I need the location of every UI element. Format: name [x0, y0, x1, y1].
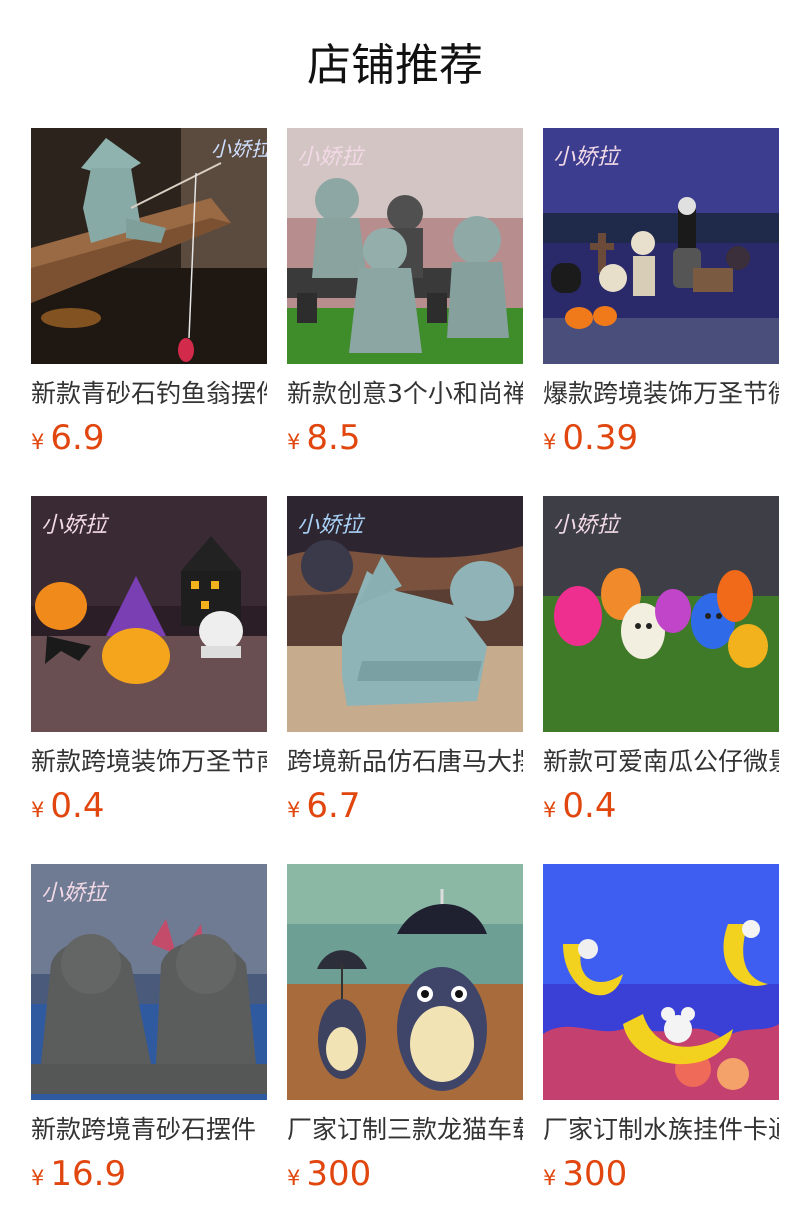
product-price: ¥0.39	[543, 416, 638, 460]
halloween-graveyard-image: 小娇拉	[543, 128, 779, 364]
price-value: 0.4	[562, 786, 617, 826]
price-value: 16.9	[50, 1154, 127, 1194]
product-price: ¥16.9	[31, 1152, 126, 1196]
product-name[interactable]: 新款创意3个小和尚禅意摆件	[287, 376, 523, 412]
product-name[interactable]: 新款可爱南瓜公仔微景观	[543, 744, 779, 780]
currency-symbol: ¥	[543, 798, 557, 822]
brand-watermark: 小娇拉	[297, 145, 366, 170]
product-name[interactable]: 新款青砂石钓鱼翁摆件	[31, 376, 267, 412]
price-value: 0.4	[50, 786, 105, 826]
stone-lions-image: 小娇拉	[31, 864, 267, 1100]
brand-watermark: 小娇拉	[553, 145, 622, 170]
product-image[interactable]: 小娇拉	[31, 496, 267, 732]
product-price: ¥8.5	[287, 416, 360, 460]
pumpkin-dolls-image: 小娇拉	[543, 496, 779, 732]
currency-symbol: ¥	[287, 1166, 301, 1190]
price-value: 300	[306, 1154, 372, 1194]
product-card[interactable]: 小娇拉 新款跨境装饰万圣节南瓜 ¥0.4	[31, 496, 267, 836]
price-value: 6.7	[306, 786, 361, 826]
product-image[interactable]: 小娇拉	[543, 128, 779, 364]
product-price: ¥6.7	[287, 784, 360, 828]
currency-symbol: ¥	[287, 430, 301, 454]
totoro-figurine-image	[287, 864, 523, 1100]
halloween-pumpkin-image: 小娇拉	[31, 496, 267, 732]
product-price: ¥300	[543, 1152, 627, 1196]
product-card[interactable]: 小娇拉 新款可爱南瓜公仔微景观 ¥0.4	[543, 496, 779, 836]
product-image[interactable]: 小娇拉	[287, 496, 523, 732]
monks-figurine-image: 小娇拉	[287, 128, 523, 364]
moon-bear-ornament-image	[543, 864, 779, 1100]
brand-watermark: 小娇拉	[297, 513, 366, 538]
brand-watermark: 小娇拉	[211, 137, 267, 161]
product-card[interactable]: 小娇拉 新款创意3个小和尚禅意摆件 ¥8.5	[287, 128, 523, 468]
product-card[interactable]: 厂家订制水族挂件卡通月亮 ¥300	[543, 864, 779, 1204]
price-value: 300	[562, 1154, 628, 1194]
product-price: ¥0.4	[31, 784, 104, 828]
product-price: ¥0.4	[543, 784, 616, 828]
currency-symbol: ¥	[543, 1166, 557, 1190]
product-card[interactable]: 厂家订制三款龙猫车载摆件 ¥300	[287, 864, 523, 1204]
product-card[interactable]: 小娇拉 新款跨境青砂石摆件 ¥16.9	[31, 864, 267, 1204]
product-price: ¥6.9	[31, 416, 104, 460]
section-title: 店铺推荐	[307, 40, 483, 91]
product-name[interactable]: 跨境新品仿石唐马大摆件	[287, 744, 523, 780]
currency-symbol: ¥	[31, 798, 45, 822]
product-card[interactable]: 小娇拉 新款青砂石钓鱼翁摆件 ¥6.9	[31, 128, 267, 468]
product-name[interactable]: 新款跨境装饰万圣节南瓜	[31, 744, 267, 780]
stone-horse-image: 小娇拉	[287, 496, 523, 732]
price-value: 8.5	[306, 418, 361, 458]
price-value: 6.9	[50, 418, 105, 458]
price-value: 0.39	[562, 418, 639, 458]
currency-symbol: ¥	[31, 430, 45, 454]
fisherman-figurine-image: 小娇拉	[31, 128, 267, 364]
product-name[interactable]: 爆款跨境装饰万圣节微景观	[543, 376, 779, 412]
currency-symbol: ¥	[287, 798, 301, 822]
currency-symbol: ¥	[543, 430, 557, 454]
brand-watermark: 小娇拉	[553, 513, 622, 538]
product-image[interactable]: 小娇拉	[543, 496, 779, 732]
product-image[interactable]: 小娇拉	[31, 864, 267, 1100]
product-price: ¥300	[287, 1152, 371, 1196]
product-card[interactable]: 小娇拉 跨境新品仿石唐马大摆件 ¥6.7	[287, 496, 523, 836]
product-name[interactable]: 厂家订制三款龙猫车载摆件	[287, 1112, 523, 1148]
product-image[interactable]: 小娇拉	[31, 128, 267, 364]
product-image[interactable]	[287, 864, 523, 1100]
brand-watermark: 小娇拉	[41, 881, 110, 906]
product-image[interactable]	[543, 864, 779, 1100]
product-image[interactable]: 小娇拉	[287, 128, 523, 364]
product-name[interactable]: 厂家订制水族挂件卡通月亮	[543, 1112, 779, 1148]
product-grid: 小娇拉 新款青砂石钓鱼翁摆件 ¥6.9 小娇拉 新款创意3个小和尚禅 ¥ 8.5…	[31, 128, 779, 1228]
brand-watermark: 小娇拉	[41, 513, 110, 538]
currency-symbol: ¥	[31, 1166, 45, 1190]
product-card[interactable]: 小娇拉 爆款跨境装饰万圣节微景观 ¥0.39	[543, 128, 779, 468]
product-name[interactable]: 新款跨境青砂石摆件	[31, 1112, 267, 1148]
